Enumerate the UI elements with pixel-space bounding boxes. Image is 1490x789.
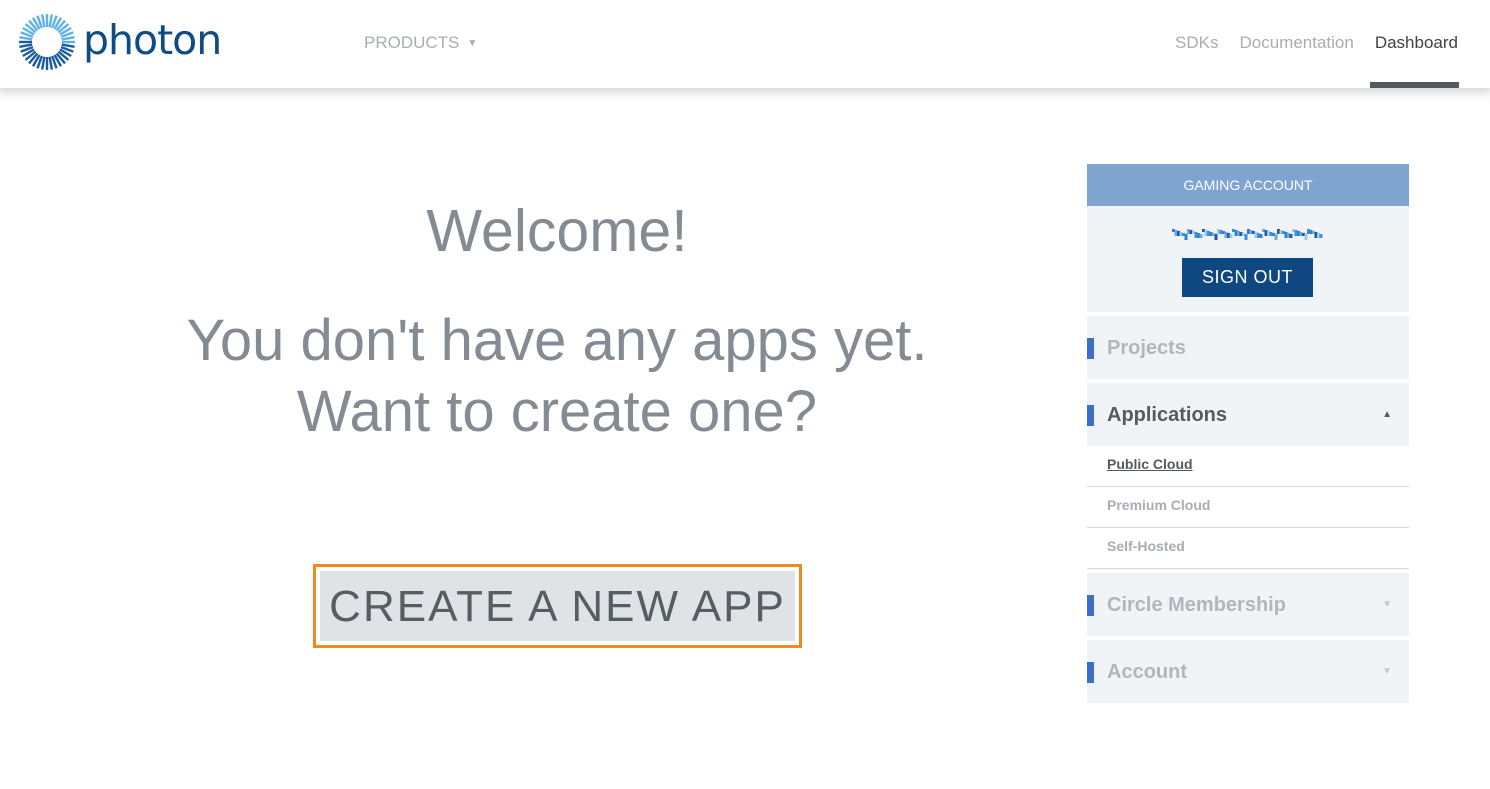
submenu-label: Premium Cloud <box>1107 497 1211 513</box>
redaction-mark <box>1319 234 1323 238</box>
logo-ray <box>48 14 54 28</box>
create-app-highlight: CREATE A NEW APP <box>313 564 802 648</box>
submenu-self-hosted[interactable]: Self-Hosted <box>1087 528 1409 569</box>
submenu-public-cloud[interactable]: Public Cloud <box>1087 446 1409 487</box>
accent-bar <box>1087 595 1094 616</box>
applications-submenu: Public Cloud Premium Cloud Self-Hosted <box>1087 446 1409 569</box>
active-nav-indicator <box>1370 82 1459 88</box>
products-menu[interactable]: PRODUCTS ▼ <box>364 33 477 53</box>
logo-ray <box>40 56 46 70</box>
photon-logo[interactable]: photon <box>18 13 222 71</box>
products-label: PRODUCTS <box>364 33 460 52</box>
redaction-mark <box>1244 234 1248 240</box>
sidebar-item-label: Applications <box>1107 404 1228 426</box>
sidebar-item-applications[interactable]: Applications ▲ <box>1087 383 1409 446</box>
submenu-label: Self-Hosted <box>1107 538 1185 554</box>
accent-bar <box>1087 338 1094 359</box>
nav-dashboard[interactable]: Dashboard <box>1375 33 1458 53</box>
photon-logo-icon <box>19 14 75 70</box>
logo-ray <box>19 35 33 41</box>
redaction-mark <box>1259 234 1263 238</box>
redaction-mark <box>1229 234 1233 238</box>
header-shadow <box>0 88 1490 104</box>
account-header: GAMING ACCOUNT <box>1087 164 1409 206</box>
redaction-mark <box>1289 234 1293 238</box>
caret-up-icon: ▲ <box>1382 409 1392 420</box>
top-nav: SDKs Documentation Dashboard <box>1154 33 1458 53</box>
sidebar-item-label: Circle Membership <box>1107 594 1286 616</box>
logo-ray <box>19 43 33 49</box>
caret-down-icon: ▼ <box>1382 666 1392 677</box>
sidebar-item-label: Account <box>1107 661 1187 683</box>
logo-text: photon <box>83 15 222 64</box>
submenu-premium-cloud[interactable]: Premium Cloud <box>1087 487 1409 528</box>
nav-documentation[interactable]: Documentation <box>1239 33 1353 53</box>
nav-sdks[interactable]: SDKs <box>1175 33 1218 53</box>
logo-ray <box>40 14 46 28</box>
caret-down-icon: ▼ <box>1382 599 1392 610</box>
no-apps-message: You don't have any apps yet. Want to cre… <box>107 305 1007 447</box>
sign-out-button[interactable]: SIGN OUT <box>1182 258 1313 297</box>
welcome-heading: Welcome! <box>426 198 688 264</box>
redaction-mark <box>1304 234 1308 240</box>
redaction-mark <box>1184 234 1188 240</box>
caret-down-icon: ▼ <box>467 37 478 49</box>
redacted-email-graphic <box>1172 229 1323 240</box>
sidebar-item-account[interactable]: Account ▼ <box>1087 640 1409 703</box>
account-email-redacted <box>1087 226 1409 245</box>
account-box: SIGN OUT <box>1087 206 1409 312</box>
no-apps-line-1: You don't have any apps yet. <box>186 308 928 373</box>
no-apps-line-2: Want to create one? <box>296 379 818 444</box>
sidebar-item-circle-membership[interactable]: Circle Membership ▼ <box>1087 573 1409 636</box>
redaction-mark <box>1199 234 1203 238</box>
logo-ray <box>61 43 75 49</box>
account-sidebar: GAMING ACCOUNT SIGN OUT Projects Applica… <box>1087 164 1409 703</box>
accent-bar <box>1087 405 1094 426</box>
redaction-mark <box>1274 234 1278 240</box>
top-header: photon PRODUCTS ▼ SDKs Documentation Das… <box>0 0 1490 88</box>
create-new-app-button[interactable]: CREATE A NEW APP <box>320 571 795 641</box>
redaction-mark <box>1214 234 1218 240</box>
sidebar-item-label: Projects <box>1107 337 1186 359</box>
logo-ray <box>61 35 75 41</box>
submenu-label: Public Cloud <box>1107 456 1193 472</box>
sidebar-item-projects[interactable]: Projects <box>1087 316 1409 379</box>
accent-bar <box>1087 662 1094 683</box>
logo-ray <box>48 56 54 70</box>
